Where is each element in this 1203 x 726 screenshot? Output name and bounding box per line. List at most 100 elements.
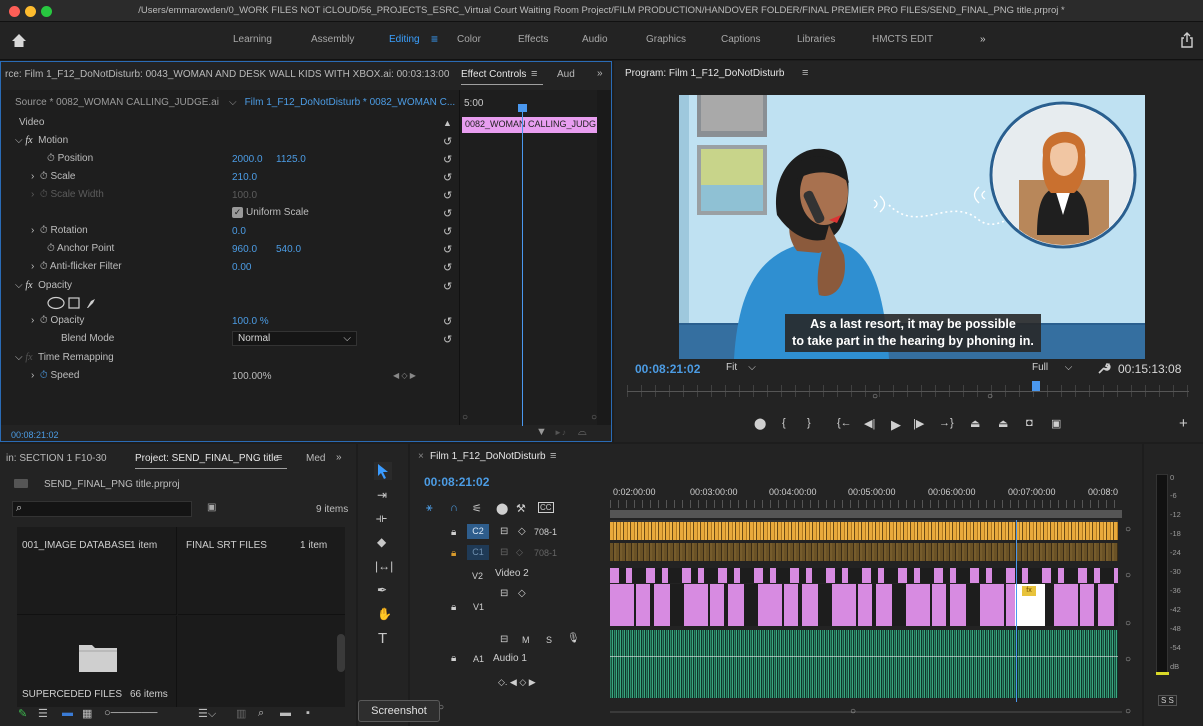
panel-menu-icon[interactable]: ≡ (276, 452, 282, 464)
sequence-tab[interactable]: Film 1_F12_DoNotDisturb (430, 451, 546, 462)
lock-icon[interactable]: 🔒︎ (451, 653, 456, 664)
effect-scrollbar[interactable] (597, 90, 611, 425)
share-icon[interactable] (1180, 32, 1194, 48)
lock-icon[interactable]: 🔒︎ (451, 548, 456, 559)
scroll-up-icon[interactable]: ▲ (443, 118, 452, 128)
speed-value[interactable]: 100.00% (232, 371, 271, 382)
program-monitor-tab[interactable]: Program: Film 1_F12_DoNotDisturb (625, 68, 785, 79)
type-tool-icon[interactable]: T (378, 630, 387, 647)
step-forward-button[interactable]: |▶ (913, 417, 924, 430)
lift-button[interactable]: ⏏ (970, 417, 980, 430)
reset-scale-icon[interactable]: ↺ (443, 171, 452, 184)
track-target-c2[interactable]: C2 (467, 524, 489, 539)
bin-item[interactable]: FINAL SRT FILES 1 item (178, 527, 345, 615)
lock-icon[interactable]: 🔒︎ (451, 602, 456, 613)
find-icon[interactable]: ⌕ (258, 707, 264, 720)
workspace-audio[interactable]: Audio (582, 34, 608, 45)
hand-tool-icon[interactable]: ✋ (377, 607, 392, 621)
audio-track-a1[interactable] (610, 630, 1118, 698)
timeline-timecode[interactable]: 00:08:21:02 (424, 475, 489, 489)
extract-button[interactable]: ⏏ (998, 417, 1008, 430)
snap-icon[interactable]: ∩ (450, 502, 458, 514)
new-bin-icon[interactable]: ▬ (280, 707, 291, 719)
quality-dropdown[interactable]: Full ⌵ (1032, 362, 1072, 373)
panel-menu-icon[interactable]: ≡ (550, 450, 556, 462)
workspace-assembly[interactable]: Assembly (311, 34, 354, 45)
workspace-more-button[interactable]: » (980, 34, 986, 45)
workspace-captions[interactable]: Captions (721, 34, 760, 45)
solo-buttons[interactable]: S S (1158, 695, 1177, 706)
reset-position-icon[interactable]: ↺ (443, 153, 452, 166)
keyframe-controls[interactable]: ◇. ◀ ◇ ▶ (498, 677, 536, 688)
scale-value[interactable]: 210.0 (232, 172, 257, 183)
linked-selection-icon[interactable]: ⚟ (472, 502, 482, 515)
scroll-handle[interactable]: ○ (462, 412, 468, 423)
pencil-icon[interactable]: ✎ (18, 707, 27, 720)
anchor-x-value[interactable]: 960.0 (232, 244, 257, 255)
position-y-value[interactable]: 1125.0 (276, 154, 306, 165)
track-scroll-handles[interactable]: ○ ○ ○ ○ ○ (1125, 522, 1135, 717)
track-target-c1[interactable]: C1 (467, 545, 489, 560)
anchor-y-value[interactable]: 540.0 (276, 244, 301, 255)
workspace-graphics[interactable]: Graphics (646, 34, 686, 45)
mute-button[interactable]: M (522, 635, 530, 645)
list-view-icon[interactable]: ☰ (38, 707, 48, 720)
time-ruler[interactable]: 0:02:00:00 00:03:00:00 00:04:00:00 00:05… (610, 484, 1122, 510)
play-button[interactable]: ▶ (891, 417, 901, 433)
icon-view-icon[interactable]: ▬ (62, 707, 73, 719)
freeform-view-icon[interactable]: ▦ (82, 707, 92, 720)
track-label-v1[interactable]: V1 (473, 602, 484, 612)
playhead-handle[interactable] (518, 104, 527, 112)
home-icon[interactable] (11, 33, 27, 48)
reset-antiflicker-icon[interactable]: ↺ (443, 261, 452, 274)
effect-controls-tab[interactable]: Effect Controls (461, 69, 526, 80)
track-label-a1[interactable]: A1 (473, 654, 484, 664)
timeline-settings-icon[interactable]: ⚒ (516, 502, 526, 515)
caption-track-c2[interactable] (610, 522, 1118, 540)
video-preview[interactable]: As a last resort, it may be possible to … (679, 95, 1145, 359)
razor-tool-icon[interactable]: ◆ (377, 535, 386, 549)
close-sequence-icon[interactable]: × (418, 451, 424, 462)
new-search-bin-icon[interactable]: ▣ (207, 502, 216, 513)
workspace-color[interactable]: Color (457, 34, 481, 45)
effect-footer-timecode[interactable]: 00:08:21:02 (11, 430, 59, 440)
program-timecode[interactable]: 00:08:21:02 (635, 362, 700, 376)
mark-out-button[interactable]: } (807, 417, 811, 429)
add-marker-button[interactable]: ⬤ (754, 417, 766, 430)
eye-icon[interactable]: ◇ (518, 588, 526, 599)
zoom-slider[interactable]: ○────── (104, 707, 157, 719)
work-area-bar[interactable] (610, 510, 1122, 518)
add-marker-icon[interactable]: ⬤ (496, 502, 508, 515)
project-tab[interactable]: Project: SEND_FINAL_PNG title (135, 453, 279, 464)
export-icon[interactable]: ⌓ (578, 426, 587, 439)
bin-tab[interactable]: in: SECTION 1 F10-30 (6, 453, 107, 464)
reset-motion-icon[interactable]: ↺ (443, 135, 452, 148)
filter-icon[interactable]: ▼ (536, 426, 547, 438)
selection-tool-icon[interactable] (374, 462, 392, 480)
captions-icon[interactable]: CC (538, 502, 554, 513)
blend-mode-dropdown[interactable]: Normal ⌵ (232, 331, 357, 346)
reset-blend-icon[interactable]: ↺ (443, 333, 452, 346)
program-scrubber[interactable]: ○ ○ (627, 381, 1189, 405)
source-item-label[interactable]: Source * 0082_WOMAN CALLING_JUDGE.ai (15, 97, 219, 108)
workspace-hmcts-edit[interactable]: HMCTS EDIT (872, 34, 933, 45)
workspace-learning[interactable]: Learning (233, 34, 272, 45)
reset-opacity-section-icon[interactable]: ↺ (443, 280, 452, 293)
source-tab[interactable]: rce: Film 1_F12_DoNotDisturb: 0043_WOMAN… (5, 69, 449, 80)
zoom-handle-left[interactable]: ○ (872, 391, 878, 402)
nest-toggle-icon[interactable]: ⚹ (426, 502, 433, 515)
toggle-output-icon[interactable]: ⊟ (500, 588, 508, 599)
timeline-zoom-scrollbar[interactable]: ○ (610, 706, 1122, 718)
step-back-button[interactable]: ◀| (864, 417, 875, 430)
position-x-value[interactable]: 2000.0 (232, 154, 263, 165)
eye-icon[interactable]: ◇ (518, 526, 526, 537)
lock-icon[interactable]: 🔒︎ (451, 527, 456, 538)
microphone-icon[interactable]: 🎙︎ (567, 633, 580, 644)
time-remapping-row[interactable]: ⌵ fx Time Remapping (15, 352, 114, 370)
camera-icon[interactable]: ◘ (1026, 417, 1033, 429)
panel-menu-icon[interactable]: ≡ (531, 68, 537, 80)
audio-tab[interactable]: Aud (557, 69, 575, 80)
zoom-handle[interactable]: ○ (850, 706, 856, 717)
caption-track-c1[interactable] (610, 543, 1118, 561)
workspace-editing[interactable]: Editing (389, 34, 420, 45)
